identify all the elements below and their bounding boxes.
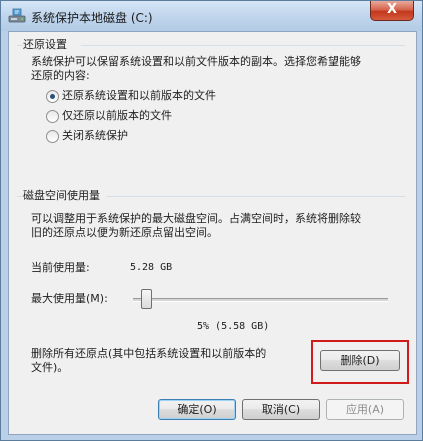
cancel-button[interactable]: 取消(C) bbox=[242, 399, 320, 420]
drive-icon bbox=[8, 8, 26, 23]
system-protection-dialog: 系统保护本地磁盘 (C:) X 还原设置 系统保护可以保留系统设置和以前文件版本… bbox=[0, 0, 423, 441]
radio-turn-off-protection[interactable] bbox=[46, 130, 59, 143]
restore-description-line1: 系统保护可以保留系统设置和以前文件版本的副本。选择您希望能够 bbox=[31, 55, 361, 68]
radio-restore-files-only[interactable] bbox=[46, 110, 59, 123]
radio-restore-all[interactable] bbox=[46, 90, 59, 103]
current-usage-label: 当前使用量: bbox=[31, 261, 90, 274]
max-usage-slider-thumb[interactable] bbox=[141, 289, 153, 309]
max-usage-slider-track[interactable] bbox=[133, 298, 388, 302]
delete-description-line1: 删除所有还原点(其中包括系统设置和以前版本的 bbox=[31, 347, 267, 360]
disk-usage-heading: 磁盘空间使用量 bbox=[23, 189, 100, 202]
group-border bbox=[107, 196, 405, 197]
disk-description-line1: 可以调整用于系统保护的最大磁盘空间。占满空间时，系统将删除较 bbox=[31, 212, 361, 225]
apply-button[interactable]: 应用(A) bbox=[326, 399, 404, 420]
ok-button[interactable]: 确定(O) bbox=[158, 399, 236, 420]
dialog-body: 还原设置 系统保护可以保留系统设置和以前文件版本的副本。选择您希望能够 还原的内… bbox=[8, 31, 417, 435]
max-usage-label: 最大使用量(M): bbox=[31, 292, 108, 305]
max-usage-readout: 5% (5.58 GB) bbox=[197, 321, 270, 332]
radio-restore-all-label[interactable]: 还原系统设置和以前版本的文件 bbox=[62, 89, 216, 103]
radio-turn-off-protection-label[interactable]: 关闭系统保护 bbox=[62, 129, 128, 143]
restore-description-line2: 还原的内容: bbox=[31, 69, 90, 82]
group-border bbox=[81, 45, 405, 46]
close-button[interactable]: X bbox=[370, 1, 414, 21]
delete-description-line2: 文件)。 bbox=[31, 361, 69, 374]
delete-button[interactable]: 删除(D) bbox=[320, 350, 400, 371]
close-icon: X bbox=[386, 2, 398, 17]
restore-settings-heading: 还原设置 bbox=[23, 38, 67, 51]
disk-description-line2: 旧的还原点以便为新还原点留出空间。 bbox=[31, 226, 218, 239]
window-title: 系统保护本地磁盘 (C:) bbox=[31, 11, 153, 25]
current-usage-value: 5.28 GB bbox=[130, 262, 173, 273]
radio-restore-files-only-label[interactable]: 仅还原以前版本的文件 bbox=[62, 109, 172, 123]
title-bar[interactable]: 系统保护本地磁盘 (C:) X bbox=[1, 1, 422, 31]
